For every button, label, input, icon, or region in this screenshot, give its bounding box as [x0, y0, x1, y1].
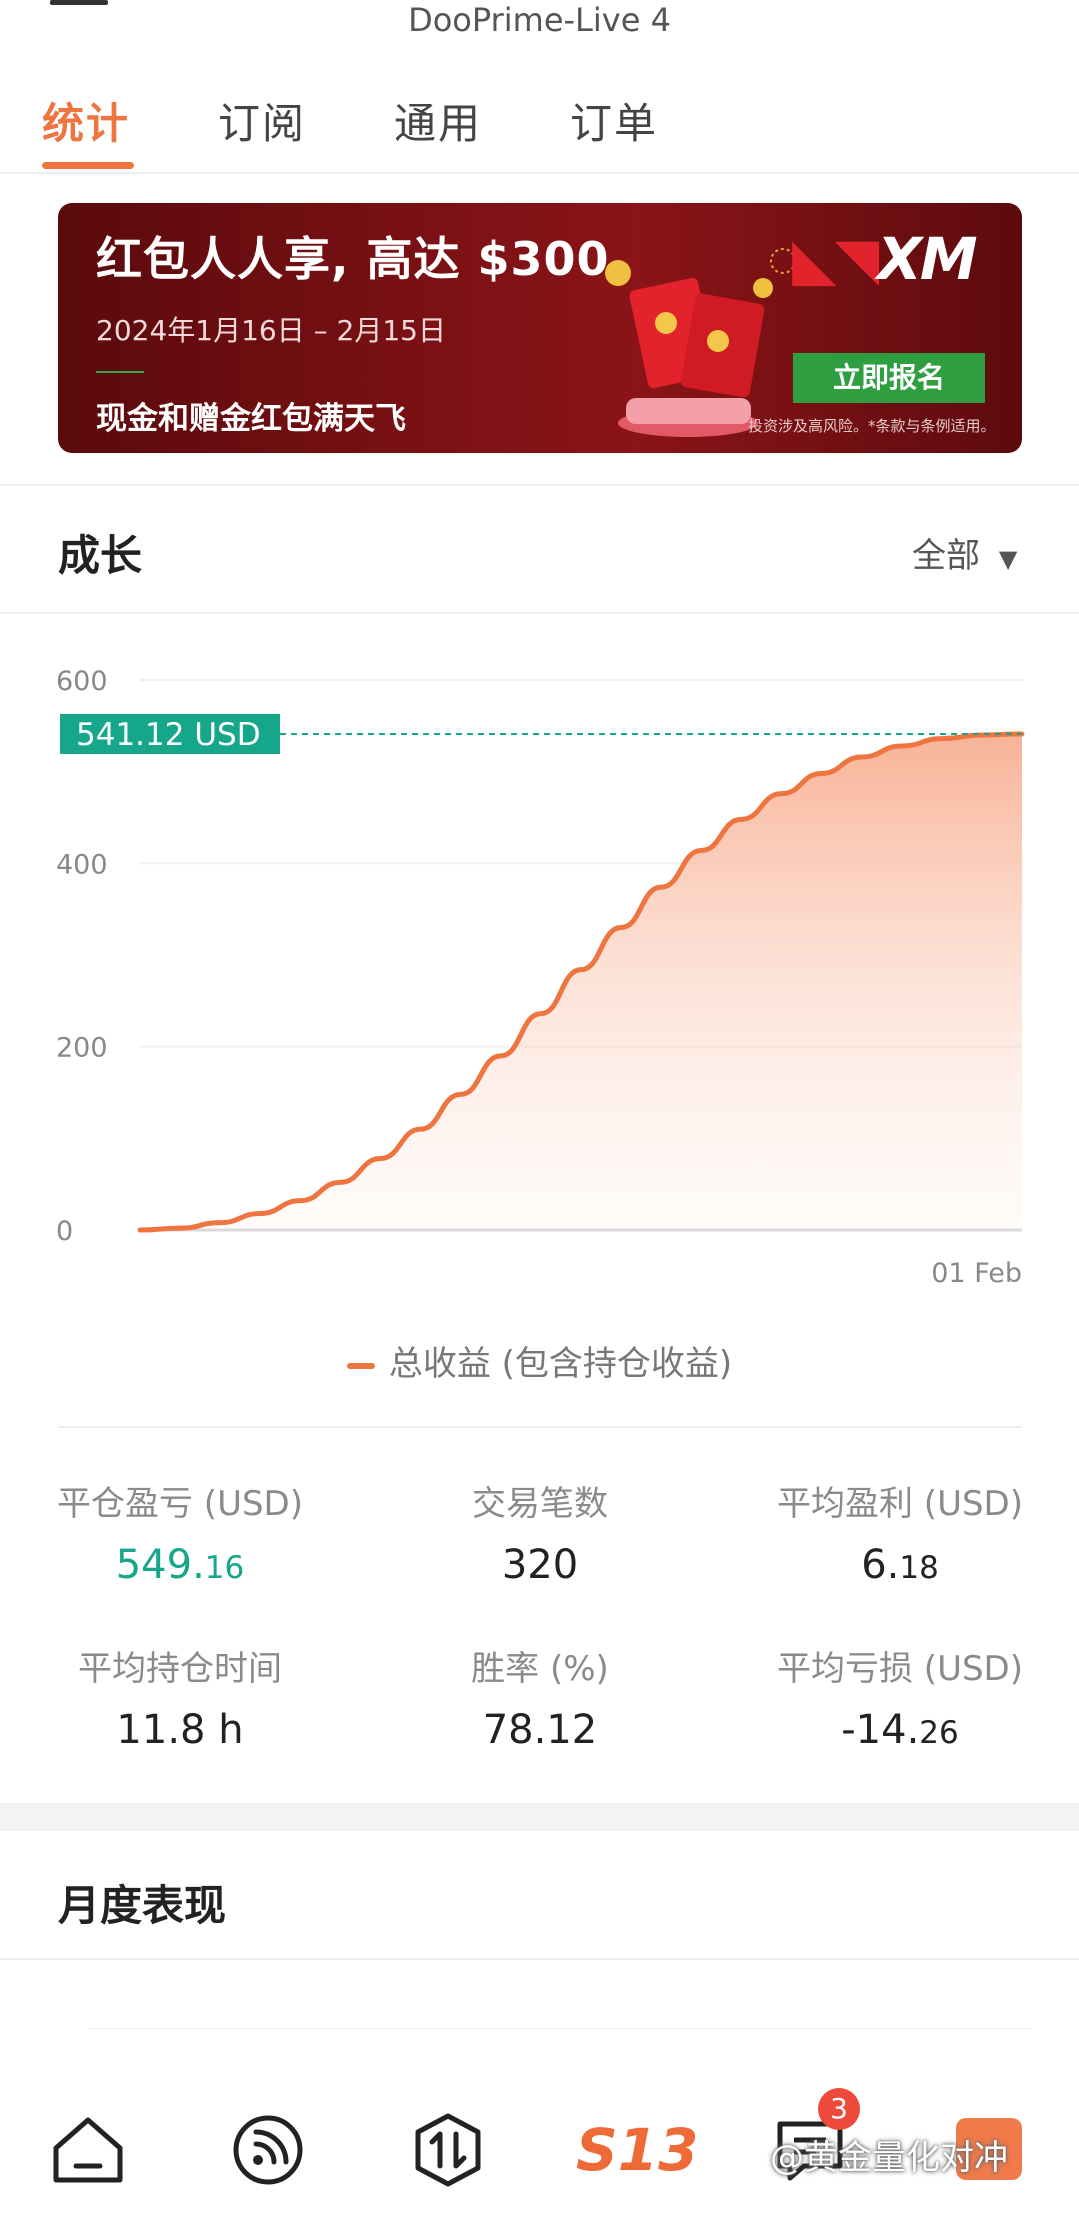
trade-icon[interactable]: [408, 2110, 488, 2190]
stat-label: 平仓盈亏 (USD): [57, 1484, 303, 1524]
xm-logo: ◣◥XM: [792, 225, 978, 293]
stat-value: -14.26: [735, 1707, 1065, 1753]
stat-label: 平均亏损 (USD): [777, 1649, 1023, 1689]
growth-area: [140, 733, 1022, 1230]
stat-label: 交易笔数: [472, 1484, 608, 1524]
stat-value: 78.12: [375, 1707, 705, 1753]
stat-value-main: 78.12: [482, 1707, 598, 1753]
stat-label: 平均盈利 (USD): [777, 1484, 1023, 1524]
legend-swatch: [346, 1362, 375, 1369]
caret-down-icon: ▼: [998, 545, 1018, 573]
monthly-performance-title: 月度表现: [58, 1881, 227, 1930]
s13-logo[interactable]: S13: [576, 2110, 699, 2190]
promo-banner[interactable]: 红包人人享, 高达 $300 2024年1月16日 – 2月15日 现金和赠金红…: [58, 203, 1022, 453]
stat-value-decimal: 18: [899, 1550, 939, 1586]
current-value-label: 541.12 USD: [76, 717, 261, 753]
stat-value: 6.18: [735, 1542, 1065, 1588]
signup-button[interactable]: 立即报名: [793, 353, 985, 403]
notification-badge: 3: [818, 2088, 860, 2130]
stat-value-main: 549.: [115, 1542, 205, 1588]
stat-value-main: 320: [501, 1542, 579, 1588]
x-tick-label: 01 Feb: [931, 1258, 1022, 1289]
active-tab-indicator: [42, 162, 134, 169]
y-tick-label: 600: [56, 666, 108, 697]
banner-disclaimer: 投资涉及高风险。*条款与条例适用。: [748, 417, 996, 435]
stat-value-main: -14.: [841, 1707, 920, 1753]
tab-bar: 统计 订阅 通用 订单: [0, 80, 1079, 174]
tab-orders[interactable]: 订单: [570, 90, 658, 151]
feed-icon[interactable]: [228, 2110, 308, 2190]
growth-chart[interactable]: 600 400 200 0 541.12 USD 01 Feb: [0, 630, 1079, 1310]
stat-label: 平均持仓时间: [78, 1649, 282, 1689]
banner-date: 2024年1月16日 – 2月15日: [96, 314, 446, 347]
growth-title: 成长: [58, 531, 143, 580]
section-divider: [0, 484, 1079, 486]
stat-value-decimal: 26: [919, 1715, 959, 1751]
section-divider: [0, 1958, 1079, 1960]
red-envelope-illustration: [605, 248, 796, 437]
y-tick-label: 400: [56, 849, 108, 880]
stat-value-main: 6.: [861, 1542, 900, 1588]
section-divider: [0, 612, 1079, 614]
section-divider: [58, 1426, 1022, 1428]
stat-value: 11.8 h: [15, 1707, 345, 1753]
section-separator: [0, 1803, 1079, 1831]
stat-value: 549.16: [15, 1542, 345, 1588]
tab-subscription[interactable]: 订阅: [218, 90, 306, 151]
legend-label: 总收益 (包含持仓收益): [388, 1344, 733, 1384]
tab-general[interactable]: 通用: [394, 90, 482, 151]
watermark: @黄金量化对冲: [770, 2138, 1008, 2178]
stat-value-main: 11.8 h: [116, 1707, 244, 1753]
tab-statistics[interactable]: 统计: [42, 90, 130, 151]
home-icon[interactable]: [48, 2110, 128, 2190]
period-filter-label: 全部: [912, 536, 980, 576]
y-tick-label: 0: [56, 1216, 73, 1247]
banner-title: 红包人人享, 高达 $300: [96, 232, 610, 286]
banner-subtitle: 现金和赠金红包满天飞: [96, 401, 406, 437]
chart-legend: 总收益 (包含持仓收益): [0, 1336, 1079, 1385]
app-title: DooPrime-Live 4: [408, 1, 671, 39]
period-filter[interactable]: 全部 ▼: [912, 528, 1017, 577]
grid-line: [90, 2028, 1030, 2029]
stat-label: 胜率 (%): [471, 1649, 609, 1689]
stat-value: 320: [375, 1542, 705, 1588]
banner-divider: [96, 371, 144, 373]
stat-value-decimal: 16: [204, 1550, 245, 1586]
y-tick-label: 200: [56, 1033, 108, 1064]
